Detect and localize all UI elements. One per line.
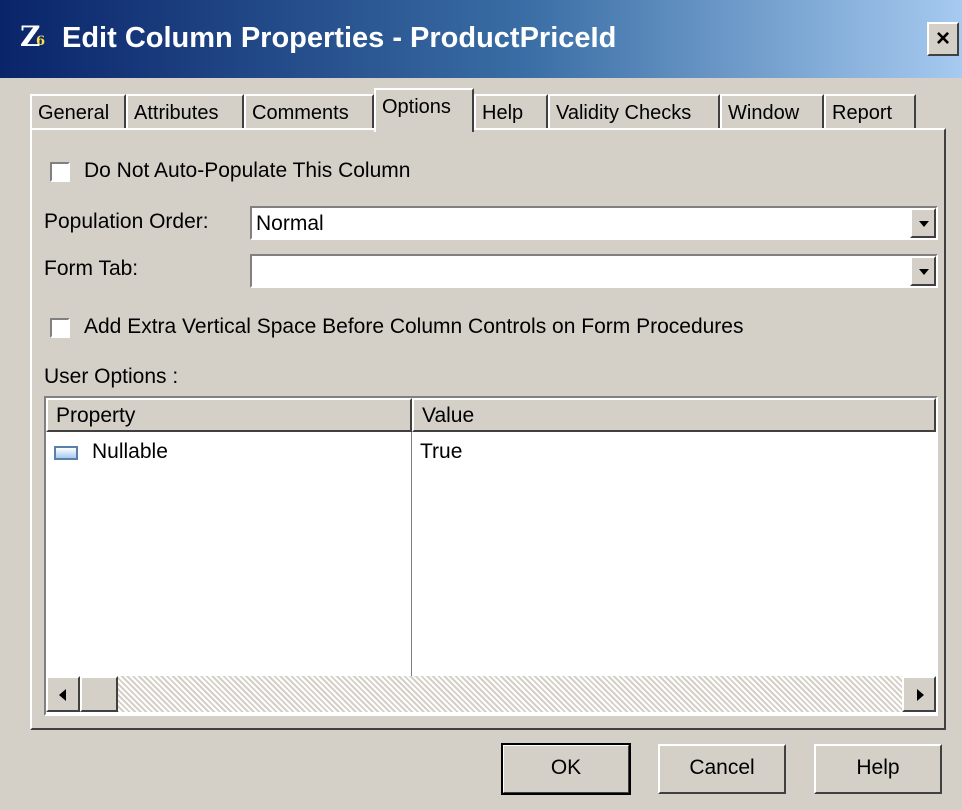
table-row-value[interactable]: True (420, 440, 462, 464)
tab-general[interactable]: General (30, 94, 126, 130)
column-divider (411, 432, 412, 676)
tab-help-label: Help (482, 102, 524, 124)
chevron-down-icon (919, 269, 929, 275)
title-bar[interactable]: Z6 Edit Column Properties - ProductPrice… (0, 0, 962, 78)
tab-attributes-label: Attributes (134, 102, 219, 124)
tab-validity-checks-label: Validity Checks (556, 102, 692, 124)
tab-report-label: Report (832, 102, 893, 124)
scroll-left-button[interactable] (46, 676, 80, 712)
form-tab-label: Form Tab: (44, 257, 139, 280)
no-auto-populate-label: Do Not Auto-Populate This Column (84, 159, 411, 182)
table-row-property[interactable]: Nullable (92, 440, 168, 464)
help-button[interactable]: Help (814, 744, 942, 794)
population-order-value: Normal (256, 212, 324, 235)
column-header-property[interactable]: Property (46, 398, 412, 432)
cancel-button[interactable]: Cancel (658, 744, 786, 794)
scroll-thumb[interactable] (80, 676, 118, 712)
population-order-dropdown-button[interactable] (910, 208, 936, 238)
ok-button[interactable]: OK (501, 743, 631, 795)
no-auto-populate-checkbox[interactable] (50, 162, 70, 182)
tab-strip: General Attributes Comments Options Help… (30, 88, 930, 132)
extra-space-checkbox[interactable] (50, 318, 70, 338)
horizontal-scrollbar[interactable] (46, 676, 936, 712)
app-icon-sub: 6 (36, 34, 46, 49)
column-header-property-label: Property (56, 404, 136, 427)
extra-space-label: Add Extra Vertical Space Before Column C… (84, 315, 744, 338)
tab-validity-checks[interactable]: Validity Checks (548, 94, 720, 130)
list-item-icon (54, 446, 78, 460)
tab-window[interactable]: Window (720, 94, 824, 130)
tab-report[interactable]: Report (824, 94, 916, 130)
user-options-label: User Options : (44, 365, 179, 388)
population-order-label: Population Order: (44, 210, 209, 233)
tab-comments[interactable]: Comments (244, 94, 374, 130)
form-tab-dropdown-button[interactable] (910, 256, 936, 286)
tab-window-label: Window (728, 102, 800, 124)
chevron-left-icon (59, 689, 66, 701)
tab-options[interactable]: Options (374, 88, 474, 132)
chevron-down-icon (919, 221, 929, 227)
tab-attributes[interactable]: Attributes (126, 94, 244, 130)
form-tab-select[interactable] (250, 254, 938, 288)
scroll-right-button[interactable] (902, 676, 936, 712)
close-button[interactable]: × (927, 22, 959, 56)
tab-help[interactable]: Help (474, 94, 548, 130)
chevron-right-icon (917, 689, 924, 701)
window-title: Edit Column Properties - ProductPriceId (62, 22, 617, 54)
tab-options-label: Options (382, 96, 451, 118)
column-header-value-label: Value (422, 404, 475, 427)
population-order-select[interactable]: Normal (250, 206, 938, 240)
tab-general-label: General (38, 102, 110, 124)
column-header-value[interactable]: Value (412, 398, 936, 432)
user-options-list[interactable]: Property Value Nullable True (44, 396, 938, 716)
tab-comments-label: Comments (252, 102, 349, 124)
app-icon: Z6 (20, 20, 54, 56)
